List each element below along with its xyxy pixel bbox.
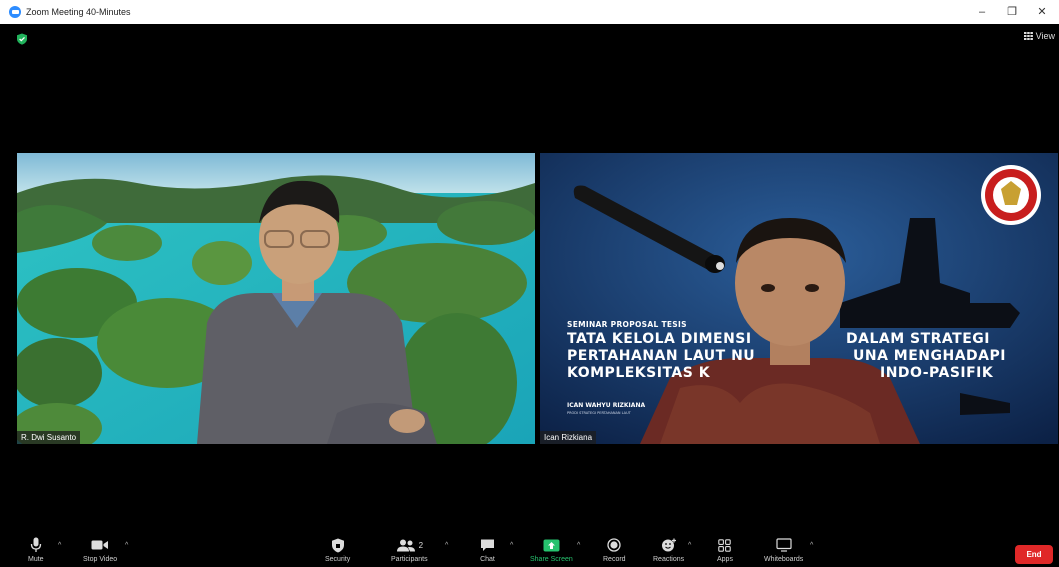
- window-titlebar: Zoom Meeting 40-Minutes – ❐ ✕: [0, 0, 1059, 24]
- grid-icon: [1023, 32, 1033, 40]
- participant-1-name: R. Dwi Susanto: [17, 431, 81, 444]
- chat-options-chevron-icon[interactable]: ^: [510, 542, 513, 549]
- share-screen-icon: [543, 539, 560, 551]
- participant-1-video: [17, 153, 535, 444]
- record-icon: [607, 538, 621, 552]
- slide-title-line-1: TATA KELOLA DIMENSI: [567, 331, 752, 347]
- slide-program: PRODI STRATEGI PERTAHANAN LAUT: [567, 411, 631, 415]
- end-meeting-button[interactable]: End: [1015, 545, 1053, 564]
- minimize-button[interactable]: –: [971, 3, 993, 21]
- share-screen-button[interactable]: Share Screen: [530, 536, 573, 563]
- participants-label: Participants: [391, 556, 428, 563]
- chat-button[interactable]: Chat: [480, 536, 495, 563]
- apps-icon: [718, 538, 732, 552]
- zoom-logo-icon: [9, 6, 21, 18]
- apps-label: Apps: [717, 556, 733, 563]
- restore-button[interactable]: ❐: [1001, 3, 1023, 21]
- slide-title-line-2: PERTAHANAN LAUT NU: [567, 348, 756, 364]
- participants-button[interactable]: 2 Participants: [391, 536, 428, 563]
- microphone-icon: [30, 537, 41, 552]
- chat-label: Chat: [480, 556, 495, 563]
- slide-title-line-3b: INDO-PASIFIK: [880, 365, 994, 381]
- security-shield-icon: [331, 538, 344, 552]
- stop-video-button[interactable]: Stop Video: [83, 536, 117, 563]
- whiteboard-icon: [776, 538, 792, 552]
- record-label: Record: [603, 556, 626, 563]
- close-button[interactable]: ✕: [1031, 3, 1053, 21]
- mute-label: Mute: [28, 556, 44, 563]
- video-tile-participant-1[interactable]: R. Dwi Susanto: [17, 153, 535, 444]
- video-tile-participant-2[interactable]: SEMINAR PROPOSAL TESIS TATA KELOLA DIMEN…: [540, 153, 1058, 444]
- security-button[interactable]: Security: [325, 536, 350, 563]
- security-label: Security: [325, 556, 351, 563]
- video-options-chevron-icon[interactable]: ^: [125, 542, 128, 549]
- mute-button[interactable]: Mute: [28, 536, 44, 563]
- slide-seminar-label: SEMINAR PROPOSAL TESIS: [567, 320, 687, 329]
- slide-title-line-2b: UNA MENGHADAPI: [853, 348, 1006, 364]
- window-title: Zoom Meeting 40-Minutes: [26, 7, 131, 17]
- participant-2-name: Ican Rizkiana: [540, 431, 597, 444]
- whiteboards-label: Whiteboards: [764, 556, 804, 563]
- participants-icon: [396, 539, 415, 551]
- meeting-toolbar: Mute ^ Stop Video ^ Security 2 Participa…: [0, 534, 1059, 567]
- record-button[interactable]: Record: [603, 536, 626, 563]
- view-label: View: [1035, 31, 1055, 41]
- apps-button[interactable]: Apps: [717, 536, 733, 563]
- slide-title-line-1b: DALAM STRATEGI: [846, 331, 990, 347]
- slide-author: ICAN WAHYU RIZKIANA: [567, 402, 646, 409]
- share-screen-label: Share Screen: [530, 556, 573, 563]
- video-camera-icon: [91, 540, 109, 550]
- participant-2-video: [540, 153, 1058, 444]
- reactions-label: Reactions: [653, 556, 685, 563]
- chat-bubble-icon: [481, 539, 494, 551]
- participants-count: 2: [418, 540, 424, 550]
- reactions-options-chevron-icon[interactable]: ^: [688, 542, 691, 549]
- participants-options-chevron-icon[interactable]: ^: [445, 542, 448, 549]
- whiteboards-button[interactable]: Whiteboards: [764, 536, 803, 563]
- shield-check-icon[interactable]: [16, 33, 28, 45]
- window-controls: – ❐ ✕: [971, 3, 1053, 21]
- whiteboards-options-chevron-icon[interactable]: ^: [810, 542, 813, 549]
- audio-options-chevron-icon[interactable]: ^: [58, 542, 61, 549]
- smiley-plus-icon: [661, 538, 676, 552]
- reactions-button[interactable]: Reactions: [653, 536, 684, 563]
- view-button[interactable]: View: [1023, 31, 1055, 41]
- stop-video-label: Stop Video: [83, 556, 118, 563]
- share-options-chevron-icon[interactable]: ^: [577, 542, 580, 549]
- slide-title-line-3: KOMPLEKSITAS K: [567, 365, 711, 381]
